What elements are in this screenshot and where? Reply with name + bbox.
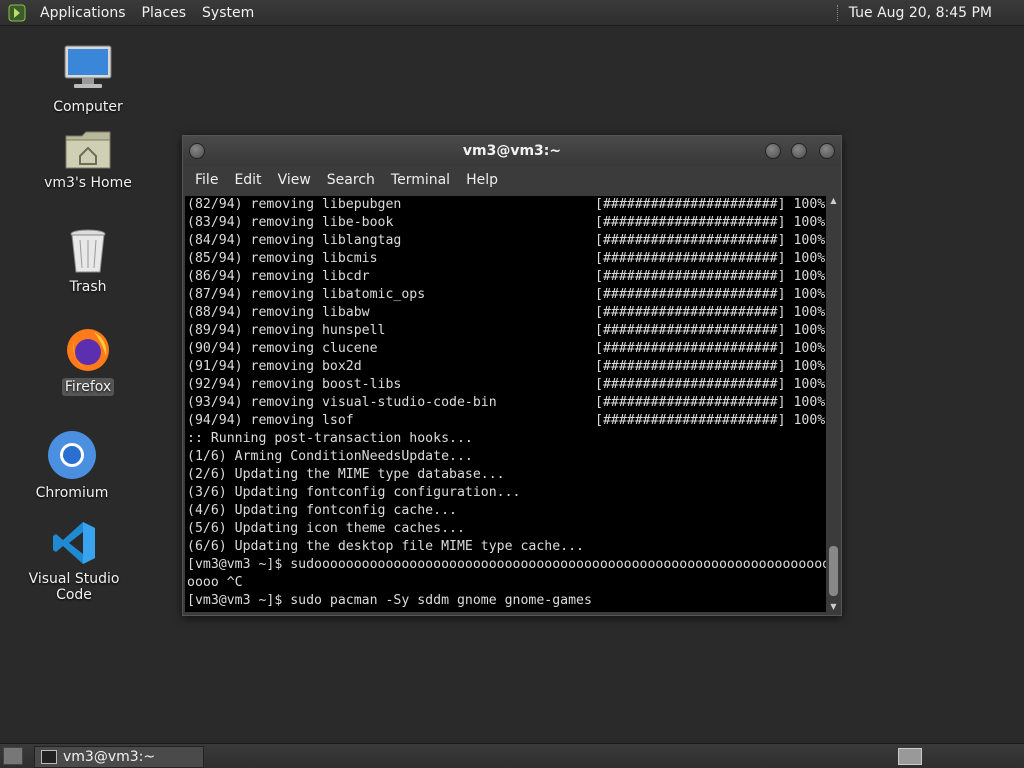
scrollbar-thumb[interactable] bbox=[829, 546, 838, 596]
term-line: (4/6) Updating fontconfig cache... bbox=[187, 503, 457, 518]
desktop-icon-vscode[interactable]: Visual Studio Code bbox=[14, 520, 134, 604]
term-line: [vm3@vm3 ~]$ sudoooooooooooooooooooooooo… bbox=[187, 557, 826, 572]
term-text: (90/94) removing clucene bbox=[187, 341, 378, 356]
term-line: (6/6) Updating the desktop file MIME typ… bbox=[187, 539, 584, 554]
term-line: (89/94) removing hunspell [##############… bbox=[187, 322, 826, 340]
firefox-icon bbox=[67, 329, 109, 371]
close-icon[interactable] bbox=[819, 143, 835, 159]
terminal-icon bbox=[41, 750, 57, 764]
term-text: (84/94) removing liblangtag bbox=[187, 233, 402, 248]
scroll-down-arrow-icon[interactable]: ▼ bbox=[829, 602, 838, 612]
home-folder-icon bbox=[65, 131, 111, 169]
progress-bar-text: [######################] 100% bbox=[595, 269, 826, 284]
term-line: (5/6) Updating icon theme caches... bbox=[187, 521, 465, 536]
progress-bar-text: [######################] 100% bbox=[595, 287, 826, 302]
terminal-output[interactable]: (82/94) removing libepubgen [############… bbox=[185, 196, 826, 612]
menu-help[interactable]: Help bbox=[458, 172, 506, 188]
menu-file[interactable]: File bbox=[187, 172, 226, 188]
term-line: (84/94) removing liblangtag [############… bbox=[187, 232, 826, 250]
top-panel: Applications Places System Tue Aug 20, 8… bbox=[0, 0, 1024, 26]
desktop-icon-home[interactable]: vm3's Home bbox=[28, 128, 148, 192]
term-line: (91/94) removing box2d [#################… bbox=[187, 358, 826, 376]
term-prompt-line: [vm3@vm3 ~]$ sudo pacman -Sy sddm gnome … bbox=[187, 593, 592, 608]
scroll-up-arrow-icon[interactable]: ▲ bbox=[829, 196, 838, 206]
desktop-label-chromium: Chromium bbox=[35, 485, 109, 501]
minimize-icon[interactable] bbox=[765, 143, 781, 159]
term-line: (1/6) Arming ConditionNeedsUpdate... bbox=[187, 449, 473, 464]
term-line: (94/94) removing lsof [##################… bbox=[187, 412, 826, 430]
progress-bar-text: [######################] 100% bbox=[595, 215, 826, 230]
workspace-switcher[interactable] bbox=[898, 748, 922, 765]
desktop-label-vscode: Visual Studio Code bbox=[28, 571, 120, 603]
term-text: (87/94) removing libatomic_ops bbox=[187, 287, 426, 302]
applications-logo-icon[interactable] bbox=[8, 4, 26, 22]
trash-icon bbox=[70, 229, 106, 273]
taskbar-terminal-button[interactable]: vm3@vm3:~ bbox=[34, 746, 204, 768]
desktop-icon-chromium[interactable]: Chromium bbox=[12, 430, 132, 502]
term-text: (86/94) removing libcdr bbox=[187, 269, 370, 284]
window-title: vm3@vm3:~ bbox=[462, 143, 562, 159]
term-line: (88/94) removing libabw [################… bbox=[187, 304, 826, 322]
desktop-icon-firefox[interactable]: Firefox bbox=[28, 326, 148, 396]
maximize-icon[interactable] bbox=[791, 143, 807, 159]
panel-separator bbox=[836, 4, 841, 21]
terminal-scrollbar[interactable]: ▲ ▼ bbox=[828, 196, 839, 612]
term-line: (93/94) removing visual-studio-code-bin [… bbox=[187, 394, 826, 412]
desktop-icon-trash[interactable]: Trash bbox=[28, 228, 148, 296]
desktop-label-home: vm3's Home bbox=[44, 175, 132, 191]
desktop-label-trash: Trash bbox=[69, 279, 107, 295]
term-text: (94/94) removing lsof bbox=[187, 413, 354, 428]
term-line: (83/94) removing libe-book [#############… bbox=[187, 214, 826, 232]
progress-bar-text: [######################] 100% bbox=[595, 395, 826, 410]
term-text: (85/94) removing libcmis bbox=[187, 251, 378, 266]
progress-bar-text: [######################] 100% bbox=[595, 341, 826, 356]
desktop-label-computer: Computer bbox=[53, 99, 123, 115]
term-text: (88/94) removing libabw bbox=[187, 305, 370, 320]
bottom-panel: vm3@vm3:~ bbox=[0, 743, 1024, 768]
computer-icon bbox=[64, 45, 112, 88]
progress-bar-text: [######################] 100% bbox=[595, 233, 826, 248]
term-line: (87/94) removing libatomic_ops [#########… bbox=[187, 286, 826, 304]
menu-terminal[interactable]: Terminal bbox=[383, 172, 458, 188]
menu-edit[interactable]: Edit bbox=[226, 172, 269, 188]
progress-bar-text: [######################] 100% bbox=[595, 377, 826, 392]
desktop-label-firefox: Firefox bbox=[61, 378, 115, 396]
term-line: (82/94) removing libepubgen [############… bbox=[187, 196, 826, 214]
vscode-icon bbox=[53, 522, 95, 564]
term-text: (82/94) removing libepubgen bbox=[187, 197, 402, 212]
progress-bar-text: [######################] 100% bbox=[595, 359, 826, 374]
term-line: (85/94) removing libcmis [###############… bbox=[187, 250, 826, 268]
term-line: (2/6) Updating the MIME type database... bbox=[187, 467, 505, 482]
window-menu-icon[interactable] bbox=[189, 143, 205, 159]
terminal-menubar: File Edit View Search Terminal Help bbox=[183, 166, 841, 194]
progress-bar-text: [######################] 100% bbox=[595, 413, 826, 428]
menu-applications[interactable]: Applications bbox=[32, 5, 134, 21]
progress-bar-text: [######################] 100% bbox=[595, 197, 826, 212]
chromium-icon bbox=[48, 431, 96, 479]
term-text: (89/94) removing hunspell bbox=[187, 323, 386, 338]
term-line: (3/6) Updating fontconfig configuration.… bbox=[187, 485, 521, 500]
term-text: (92/94) removing boost-libs bbox=[187, 377, 402, 392]
window-titlebar[interactable]: vm3@vm3:~ bbox=[183, 136, 841, 166]
terminal-window[interactable]: vm3@vm3:~ File Edit View Search Terminal… bbox=[182, 135, 842, 616]
menu-places[interactable]: Places bbox=[134, 5, 195, 21]
term-text: (91/94) removing box2d bbox=[187, 359, 362, 374]
term-line: (90/94) removing clucene [###############… bbox=[187, 340, 826, 358]
show-desktop-icon[interactable] bbox=[3, 747, 23, 765]
term-line: oooo ^C bbox=[187, 575, 243, 590]
term-text: (83/94) removing libe-book bbox=[187, 215, 394, 230]
term-line: (92/94) removing boost-libs [############… bbox=[187, 376, 826, 394]
menu-search[interactable]: Search bbox=[319, 172, 383, 188]
progress-bar-text: [######################] 100% bbox=[595, 305, 826, 320]
menu-view[interactable]: View bbox=[270, 172, 319, 188]
progress-bar-text: [######################] 100% bbox=[595, 251, 826, 266]
clock[interactable]: Tue Aug 20, 8:45 PM bbox=[849, 5, 1024, 21]
taskbar-terminal-label: vm3@vm3:~ bbox=[63, 749, 156, 765]
term-text: (93/94) removing visual-studio-code-bin bbox=[187, 395, 497, 410]
term-line: :: Running post-transaction hooks... bbox=[187, 431, 473, 446]
progress-bar-text: [######################] 100% bbox=[595, 323, 826, 338]
menu-system[interactable]: System bbox=[194, 5, 262, 21]
term-line: (86/94) removing libcdr [################… bbox=[187, 268, 826, 286]
desktop-icon-computer[interactable]: Computer bbox=[28, 44, 148, 116]
